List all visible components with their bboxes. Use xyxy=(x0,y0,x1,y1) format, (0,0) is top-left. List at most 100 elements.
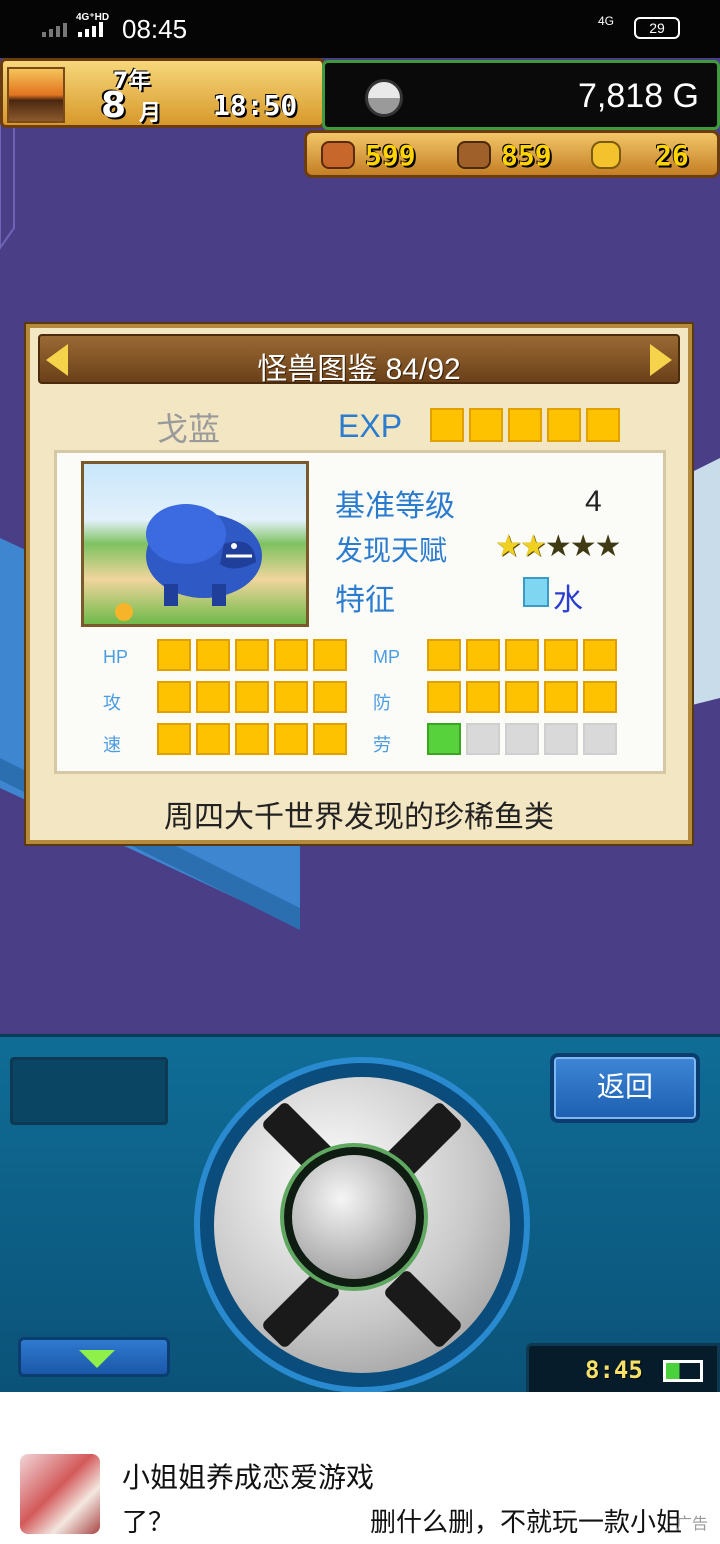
stat-segment xyxy=(235,639,269,671)
exp-segment xyxy=(586,408,620,442)
stat-label-attack: 攻 xyxy=(103,693,121,713)
info-screen xyxy=(10,1057,168,1125)
ad-subtitle[interactable]: 了？ xyxy=(122,1502,174,1539)
monster-name: 戈蓝 xyxy=(156,410,221,448)
ad-banner[interactable]: 小姐姐养成恋爱游戏 了？ 删什么删，不就玩一款小姐 广告 xyxy=(0,1392,720,1544)
monster-portrait xyxy=(81,461,309,627)
device-battery-icon xyxy=(663,1360,703,1382)
star-icon: ★ xyxy=(569,529,597,564)
stat-segment xyxy=(505,639,539,671)
base-level-value: 4 xyxy=(585,485,602,518)
stat-segment xyxy=(583,639,617,671)
stat-bar-mp xyxy=(427,639,622,675)
game-clock: 18:50 xyxy=(213,89,298,122)
talent-label: 发现天赋 xyxy=(335,534,448,567)
gold-amount: 7,818 G xyxy=(578,77,699,115)
stat-segment xyxy=(274,723,308,755)
monster-dex-panel: 怪兽图鉴 84/92 戈蓝 EXP 基准等级 4 发现天赋 ★★★★★ 特征 水… xyxy=(26,324,692,844)
stat-segment xyxy=(235,681,269,713)
stat-segment xyxy=(583,723,617,755)
coin-count: 26 xyxy=(655,139,689,172)
stat-label-labor: 劳 xyxy=(373,735,391,755)
date-panel: 7年 8 月 18:50 xyxy=(0,58,325,128)
monster-description: 周四大千世界发现的珍稀鱼类 xyxy=(164,800,554,835)
stat-bar-hp xyxy=(157,639,352,675)
resource-bar: 599 859 26 xyxy=(304,130,720,178)
stat-bar-speed xyxy=(157,723,352,759)
stat-segment xyxy=(466,681,500,713)
dpad-divider xyxy=(382,1268,464,1350)
stat-bar-attack xyxy=(157,681,352,717)
wood-icon xyxy=(457,141,491,169)
stat-segment xyxy=(196,723,230,755)
ad-subtitle-right[interactable]: 删什么删，不就玩一款小姐 xyxy=(370,1502,682,1539)
dpad-center-button[interactable] xyxy=(284,1147,424,1287)
monster-ball-icon xyxy=(365,79,403,117)
network-4g-icon: 4G xyxy=(598,14,615,28)
game-area[interactable]: 7年 8 月 18:50 7,818 G 599 859 26 怪兽图鉴 84/… xyxy=(0,58,720,1034)
dpad[interactable] xyxy=(194,1057,530,1392)
talent-stars: ★★★★★ xyxy=(495,529,622,564)
meat-count: 599 xyxy=(365,139,416,172)
exp-segment xyxy=(508,408,542,442)
stat-bar-labor xyxy=(427,723,622,759)
month-value: 8 xyxy=(101,85,127,126)
stat-segment xyxy=(505,681,539,713)
stat-label-mp: MP xyxy=(373,647,400,667)
device-clock-time: 8:45 xyxy=(585,1356,643,1384)
stat-segment xyxy=(157,681,191,713)
meat-icon xyxy=(321,141,355,169)
dex-header: 怪兽图鉴 84/92 xyxy=(38,334,680,386)
controller-panel: 返回 8:45 xyxy=(0,1034,720,1392)
daytime-icon xyxy=(7,67,65,123)
down-button[interactable] xyxy=(18,1337,170,1377)
monster-info-card: 基准等级 4 发现天赋 ★★★★★ 特征 水 HP MP 攻 防 速 劳 xyxy=(54,450,666,774)
ad-avatar[interactable] xyxy=(20,1454,100,1534)
trait-value: 水 xyxy=(553,583,583,618)
star-icon: ★ xyxy=(495,529,522,564)
star-icon: ★ xyxy=(544,529,572,564)
stat-segment xyxy=(274,681,308,713)
blue-monster-icon xyxy=(115,504,262,621)
stat-segment xyxy=(157,639,191,671)
stat-segment xyxy=(274,639,308,671)
status-bar: 4G⁺HD 08:45 4G 29 xyxy=(0,0,720,58)
ad-tag: 广告 xyxy=(676,1514,709,1533)
stat-segment xyxy=(544,681,578,713)
exp-segment xyxy=(430,408,464,442)
stat-segment xyxy=(583,681,617,713)
stat-segment xyxy=(313,639,347,671)
stat-segment xyxy=(427,681,461,713)
ad-title[interactable]: 小姐姐养成恋爱游戏 xyxy=(122,1456,374,1496)
stat-segment xyxy=(313,723,347,755)
down-arrow-icon xyxy=(79,1350,115,1368)
exp-label: EXP xyxy=(338,408,403,444)
stat-segment xyxy=(544,639,578,671)
stat-label-defense: 防 xyxy=(373,693,391,713)
exp-bar xyxy=(430,408,625,446)
wood-count: 859 xyxy=(501,139,552,172)
dex-title: 怪兽图鉴 84/92 xyxy=(257,353,461,386)
stat-segment xyxy=(196,639,230,671)
dpad-ring[interactable] xyxy=(214,1077,510,1373)
stat-segment xyxy=(544,723,578,755)
device-clock: 8:45 xyxy=(526,1343,720,1392)
trait-label: 特征 xyxy=(335,583,395,618)
stat-segment xyxy=(157,723,191,755)
coin-icon xyxy=(591,141,621,169)
stat-segment xyxy=(466,723,500,755)
exp-segment xyxy=(547,408,581,442)
exp-segment xyxy=(469,408,503,442)
stat-label-hp: HP xyxy=(103,647,129,667)
battery-icon: 29 xyxy=(634,17,680,39)
stat-segment xyxy=(427,639,461,671)
water-trait-icon xyxy=(523,577,549,607)
back-button[interactable]: 返回 xyxy=(550,1053,700,1123)
star-icon: ★ xyxy=(594,529,622,564)
next-arrow-icon[interactable] xyxy=(650,344,672,376)
stat-segment xyxy=(196,681,230,713)
signal-icon xyxy=(42,22,103,37)
stat-segment xyxy=(427,723,461,755)
stat-segment xyxy=(466,639,500,671)
star-icon: ★ xyxy=(519,529,547,564)
